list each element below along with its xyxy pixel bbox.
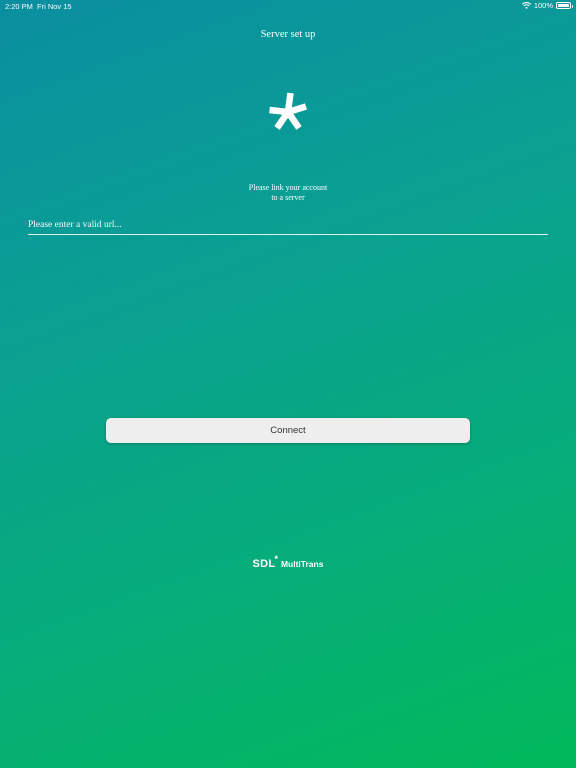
server-url-input[interactable]	[28, 215, 548, 235]
page-title: Server set up	[260, 29, 316, 40]
battery-icon	[556, 2, 573, 9]
link-account-prompt: Please link your account to a server	[0, 183, 576, 203]
brand-mark: *	[274, 554, 278, 564]
prompt-line-2: to a server	[271, 193, 305, 202]
status-bar: 2:20 PM Fri Nov 15 100%	[0, 0, 576, 12]
battery-fill	[558, 4, 569, 7]
wifi-icon	[521, 2, 531, 9]
sdl-multitrans-logo: SDL* MultiTrans	[0, 554, 576, 572]
status-indicators: 100%	[521, 1, 573, 10]
brand-name: SDL	[252, 558, 276, 570]
status-date: Fri Nov 15	[37, 2, 72, 11]
connect-button[interactable]: Connect	[106, 418, 470, 443]
status-time: 2:20 PM	[5, 2, 33, 11]
prompt-line-1: Please link your account	[248, 183, 328, 192]
product-name: MultiTrans	[280, 559, 324, 569]
asterisk-icon	[266, 90, 310, 134]
battery-percent: 100%	[533, 1, 553, 10]
